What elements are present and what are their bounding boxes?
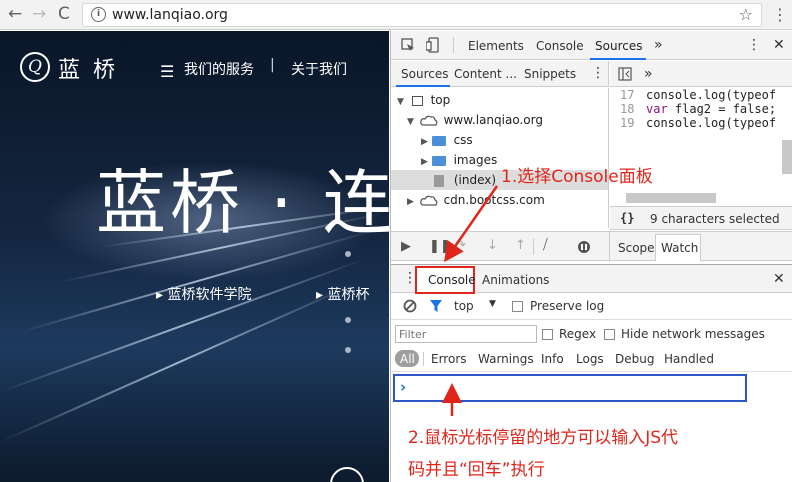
annotation-input-line2: 码并且“回车”执行 (408, 460, 545, 480)
annotation-select-console: 1.选择Console面板 (501, 167, 653, 187)
annotation-input-line1: 2.鼠标光标停留的地方可以输入JS代 (408, 428, 679, 448)
annotation-arrows (442, 185, 499, 416)
arrow-to-console-tab (444, 185, 499, 263)
